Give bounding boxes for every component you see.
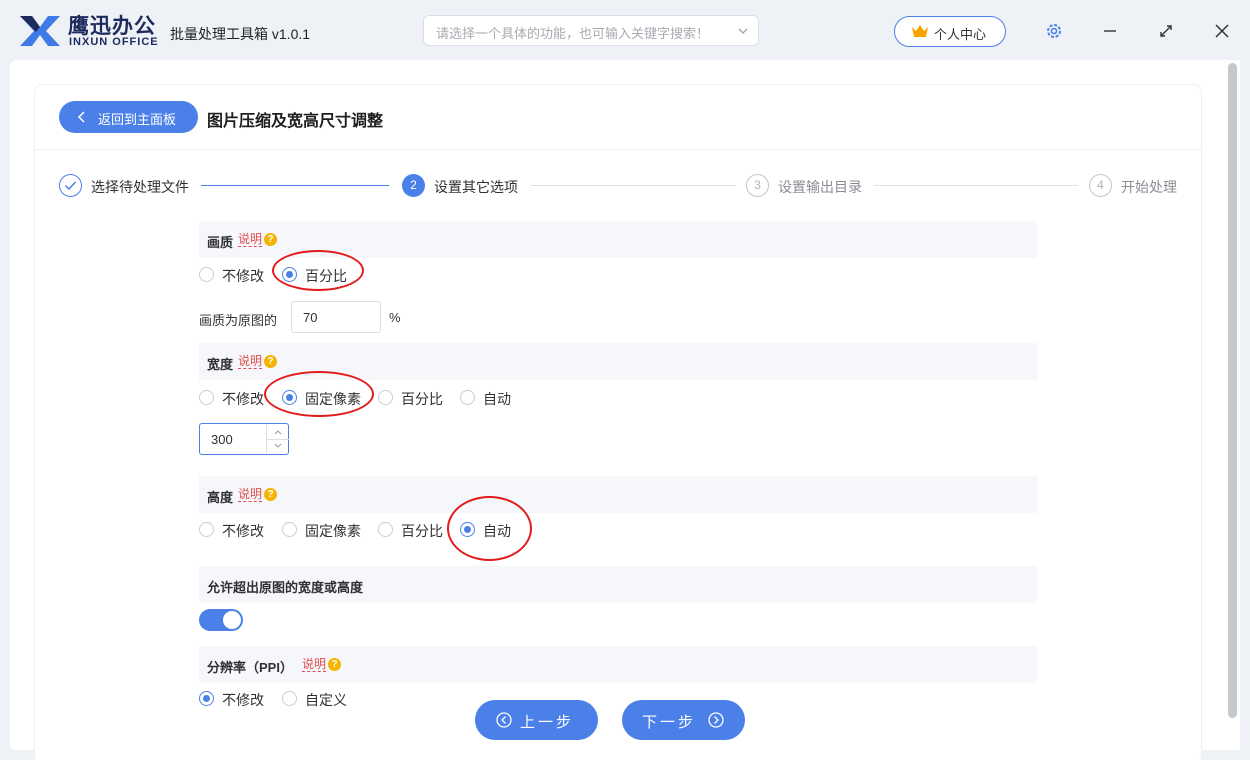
resolution-radio-unchanged[interactable] xyxy=(199,691,214,706)
height-radio-fixed[interactable] xyxy=(282,522,297,537)
quality-percent-input[interactable]: 70 xyxy=(291,301,381,333)
back-to-home-button[interactable]: 返回到主面板 xyxy=(59,101,198,133)
page-title: 图片压缩及宽高尺寸调整 xyxy=(207,113,384,130)
resolution-title: 分辨率（PPI） xyxy=(207,660,293,675)
chevron-up-icon[interactable] xyxy=(273,428,283,436)
annotation-circle xyxy=(447,496,532,561)
crown-icon xyxy=(912,25,928,37)
height-option-label: 固定像素 xyxy=(305,523,361,539)
step-connector-2 xyxy=(531,185,736,186)
width-option-label: 自动 xyxy=(483,391,511,407)
width-pixel-value: 300 xyxy=(211,432,233,447)
quality-title: 画质 xyxy=(207,235,234,250)
help-icon[interactable]: ? xyxy=(264,233,277,246)
annotation-circle xyxy=(264,371,374,417)
width-radio-unchanged[interactable] xyxy=(199,390,214,405)
title-bar: 鹰迅办公 INXUN OFFICE 批量处理工具箱 v1.0.1 请选择一个具体… xyxy=(0,0,1250,62)
step-connector-3 xyxy=(874,185,1078,186)
height-section-header: 高度 说明 ? xyxy=(199,476,1037,513)
allow-exceed-title: 允许超出原图的宽度或高度 xyxy=(207,580,364,595)
step-3-label: 设置输出目录 xyxy=(778,179,862,195)
width-help-link[interactable]: 说明 xyxy=(238,355,263,369)
circle-chevron-right-icon xyxy=(708,712,724,728)
step-3-number: 3 xyxy=(746,174,769,197)
search-input[interactable]: 请选择一个具体的功能，也可输入关键字搜索！ xyxy=(423,15,759,46)
quality-help-link[interactable]: 说明 xyxy=(238,233,263,247)
toggle-knob xyxy=(223,611,241,629)
chevron-down-icon[interactable] xyxy=(273,442,283,450)
resolution-section-header: 分辨率（PPI） 说明 ? xyxy=(199,646,1037,683)
height-title: 高度 xyxy=(207,490,234,505)
help-icon[interactable]: ? xyxy=(328,658,341,671)
step-1-label: 选择待处理文件 xyxy=(91,179,189,195)
quality-field-label: 画质为原图的 xyxy=(199,313,278,328)
height-radio-percent[interactable] xyxy=(378,522,393,537)
chevron-left-icon xyxy=(77,111,85,123)
height-option-label: 不修改 xyxy=(222,523,264,539)
chevron-down-icon[interactable] xyxy=(737,25,749,37)
close-icon[interactable] xyxy=(1211,20,1233,42)
resolution-radio-custom[interactable] xyxy=(282,691,297,706)
height-option-label: 百分比 xyxy=(401,523,443,539)
resolution-help-link[interactable]: 说明 xyxy=(302,658,327,672)
help-icon[interactable]: ? xyxy=(264,355,277,368)
quality-option-label: 不修改 xyxy=(222,268,264,284)
card-divider xyxy=(34,149,1202,150)
allow-exceed-section-header: 允许超出原图的宽度或高度 xyxy=(199,566,1037,603)
quality-percent-value: 70 xyxy=(303,310,318,325)
user-center-button[interactable]: 个人中心 xyxy=(894,16,1006,47)
prev-step-button[interactable]: 上一步 xyxy=(475,700,598,740)
step-2-number: 2 xyxy=(402,174,425,197)
stepper-divider xyxy=(267,439,289,440)
resolution-option-label: 自定义 xyxy=(305,692,347,708)
allow-exceed-toggle[interactable] xyxy=(199,609,243,631)
next-step-label: 下一步 xyxy=(642,714,697,731)
quality-radio-unchanged[interactable] xyxy=(199,267,214,282)
next-step-button[interactable]: 下一步 xyxy=(622,700,745,740)
check-icon xyxy=(64,181,77,191)
width-option-label: 百分比 xyxy=(401,391,443,407)
prev-step-label: 上一步 xyxy=(520,714,575,731)
gear-icon[interactable] xyxy=(1043,20,1065,42)
app-title: 批量处理工具箱 v1.0.1 xyxy=(170,26,311,42)
maximize-icon[interactable] xyxy=(1155,20,1177,42)
width-pixel-input[interactable]: 300 xyxy=(199,423,289,455)
width-title: 宽度 xyxy=(207,357,234,372)
resolution-option-label: 不修改 xyxy=(222,692,264,708)
minimize-icon[interactable] xyxy=(1099,20,1121,42)
step-connector-1 xyxy=(201,185,389,186)
step-4-number: 4 xyxy=(1089,174,1112,197)
height-help-link[interactable]: 说明 xyxy=(238,488,263,502)
step-2-label: 设置其它选项 xyxy=(434,179,518,195)
step-4-label: 开始处理 xyxy=(1121,179,1177,195)
user-center-label: 个人中心 xyxy=(934,27,987,42)
step-1-done xyxy=(59,174,82,197)
percent-unit: % xyxy=(389,310,401,325)
brand-name-en: INXUN OFFICE xyxy=(69,36,159,48)
annotation-circle xyxy=(272,250,364,291)
width-option-label: 不修改 xyxy=(222,391,264,407)
width-radio-percent[interactable] xyxy=(378,390,393,405)
back-label: 返回到主面板 xyxy=(98,112,177,127)
scrollbar-thumb[interactable] xyxy=(1228,63,1237,718)
search-placeholder: 请选择一个具体的功能，也可输入关键字搜索！ xyxy=(436,26,710,41)
width-stepper[interactable] xyxy=(266,425,289,453)
width-radio-auto[interactable] xyxy=(460,390,475,405)
logo-icon xyxy=(20,16,60,46)
circle-chevron-left-icon xyxy=(496,712,512,728)
height-radio-unchanged[interactable] xyxy=(199,522,214,537)
help-icon[interactable]: ? xyxy=(264,488,277,501)
